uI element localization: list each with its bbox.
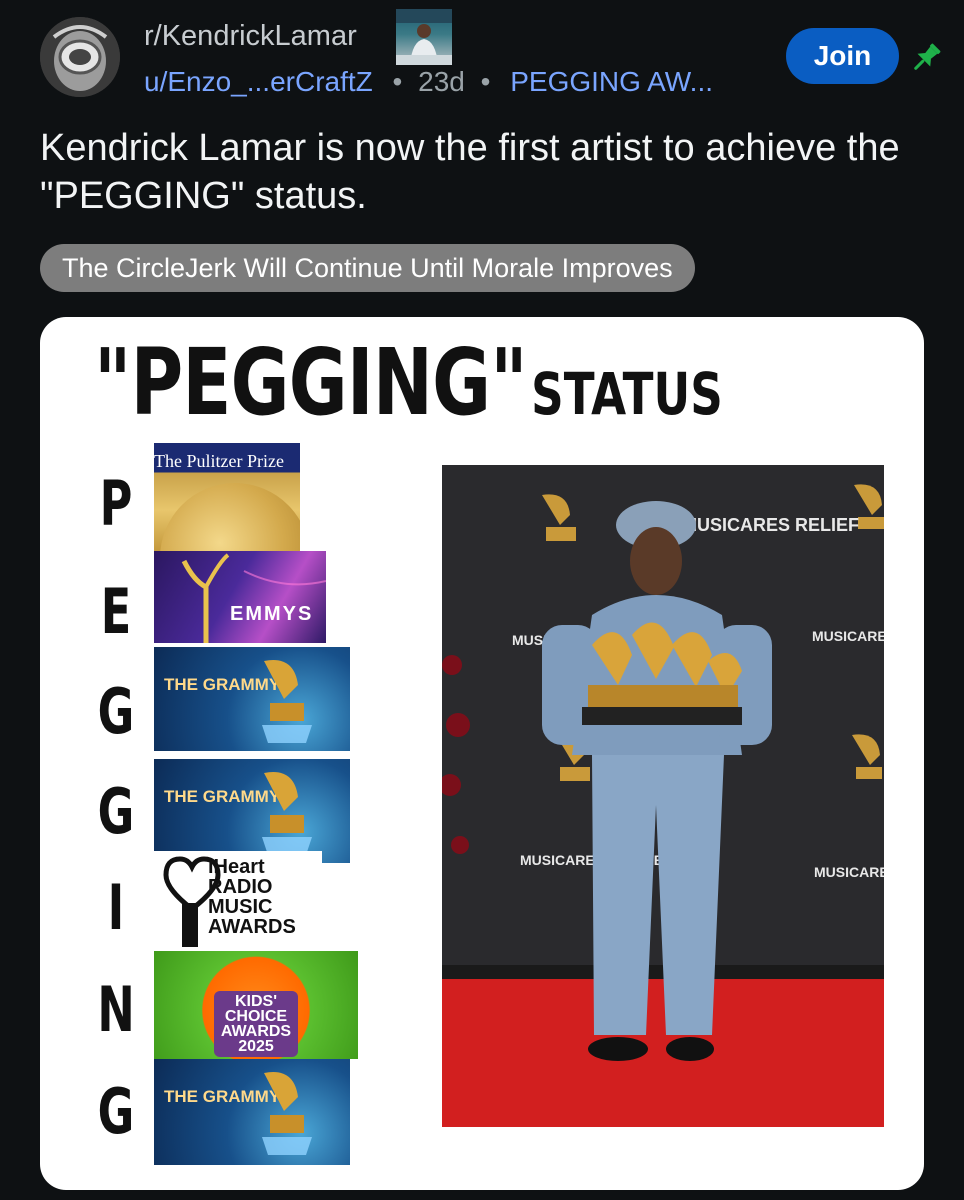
grammys-logo: THE GRAMMYS [154, 759, 350, 863]
post-image[interactable]: "PEGGING" STATUS P E G G I N G The Pulit… [40, 317, 924, 1190]
acrostic-letter: I [107, 871, 125, 944]
subreddit-avatar[interactable] [40, 17, 120, 97]
backdrop-text: MUSICARES RELIEF [682, 515, 859, 535]
subreddit-name[interactable]: r/KendrickLamar [144, 20, 357, 53]
emmys-label: EMMYS [230, 603, 314, 625]
image-title: "PEGGING" STATUS [94, 329, 723, 436]
pulitzer-logo: The Pulitzer Prize [154, 443, 300, 565]
acrostic-letter: G [97, 1075, 135, 1148]
emmys-logo: EMMYS [154, 551, 326, 643]
acrostic-letter: G [97, 675, 135, 748]
meta-separator: • [480, 66, 491, 97]
acrostic-letter: P [99, 467, 133, 540]
author-link[interactable]: u/Enzo_...erCraftZ [144, 66, 373, 97]
flair-image [396, 9, 452, 65]
avatar-image [40, 17, 120, 97]
artist-photo: MUSICARES RELIEF MUSICARES FIRE RELIEF M… [442, 465, 884, 1127]
acrostic-letter: N [97, 973, 135, 1046]
gramophone-icon [262, 1072, 312, 1155]
meta-separator: • [392, 66, 403, 97]
kca-logo: KIDS' CHOICE AWARDS 2025 [154, 951, 358, 1059]
backdrop-text: MUSICARES FIRE RELIEF [814, 864, 884, 880]
pin-icon [914, 43, 941, 70]
gramophone-icon [262, 772, 312, 855]
backdrop-text: MUSICARES FIRE RELIEF [812, 628, 884, 644]
image-title-main: "PEGGING" [94, 329, 528, 436]
emmy-statue-icon [181, 553, 326, 643]
post-flair[interactable]: The CircleJerk Will Continue Until Moral… [40, 244, 695, 292]
image-title-status: STATUS [531, 360, 723, 428]
user-flair[interactable]: PEGGING AW... [510, 66, 713, 97]
acrostic-letter: E [100, 575, 132, 648]
pulitzer-label: The Pulitzer Prize [154, 451, 284, 471]
post-age: 23d [418, 66, 465, 97]
grammys-logo: THE GRAMMYS [154, 1059, 350, 1165]
iheart-logo: iHeart RADIO MUSIC AWARDS [154, 851, 322, 951]
post-title[interactable]: Kendrick Lamar is now the first artist t… [40, 124, 920, 220]
iheart-label: iHeart RADIO MUSIC AWARDS [208, 856, 296, 938]
grammys-logo: THE GRAMMYS [154, 647, 350, 751]
join-button[interactable]: Join [786, 28, 899, 84]
gramophone-icon [262, 660, 312, 743]
acrostic-letter: G [97, 775, 135, 848]
kca-label: KIDS' CHOICE AWARDS 2025 [214, 991, 298, 1057]
post-meta: u/Enzo_...erCraftZ • 23d • PEGGING AW... [144, 66, 713, 98]
